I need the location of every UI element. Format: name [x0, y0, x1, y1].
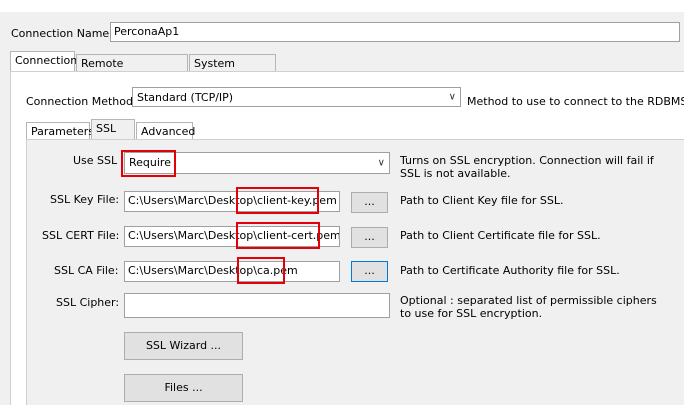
connection-method-value: Standard (TCP/IP): [137, 91, 234, 104]
sub-tab-strip: Parameters SSL Advanced: [26, 119, 226, 141]
ssl-ca-file-path: C:\Users\Marc\Desktop\: [128, 264, 257, 277]
ssl-cipher-input[interactable]: [124, 293, 390, 318]
chevron-down-icon: ∨: [448, 91, 456, 103]
ssl-cert-file-label: SSL CERT File:: [42, 229, 120, 242]
ssl-wizard-button[interactable]: SSL Wizard ...: [124, 332, 243, 360]
ssl-ca-file-browse-button[interactable]: ...: [351, 261, 388, 282]
ssl-ca-file-description: Path to Certificate Authority file for S…: [400, 264, 620, 277]
connection-method-select[interactable]: Standard (TCP/IP) ∨: [132, 87, 461, 107]
top-strip: [0, 0, 684, 12]
ssl-cipher-label: SSL Cipher:: [56, 296, 120, 309]
ssl-key-file-input[interactable]: C:\Users\Marc\Desktop\client-key.pem: [124, 191, 340, 212]
ssl-cert-file-path: C:\Users\Marc\Desktop\: [128, 229, 257, 242]
ssl-key-file-path: C:\Users\Marc\Desktop\: [128, 194, 257, 207]
connection-method-label: Connection Method:: [26, 95, 137, 108]
ssl-cert-file-description: Path to Client Certificate file for SSL.: [400, 229, 601, 242]
ssl-ca-file-label: SSL CA File:: [54, 264, 119, 277]
connection-name-label: Connection Name:: [11, 27, 113, 40]
tab-parameters[interactable]: Parameters: [26, 122, 94, 140]
ssl-cipher-description: Optional : separated list of permissible…: [400, 294, 657, 320]
chevron-down-icon: ∨: [377, 157, 385, 169]
ssl-ca-file-input[interactable]: C:\Users\Marc\Desktop\ca.pem: [124, 261, 340, 282]
main-tab-strip: Connection Remote Management System Prof…: [10, 51, 310, 83]
tab-system-profile[interactable]: System Profile: [189, 54, 276, 83]
tab-remote-management[interactable]: Remote Management: [76, 54, 188, 83]
tab-connection[interactable]: Connection: [10, 51, 77, 71]
ssl-key-file-browse-button[interactable]: ...: [351, 192, 388, 213]
use-ssl-description: Turns on SSL encryption. Connection will…: [400, 154, 654, 180]
ssl-key-file-label: SSL Key File:: [50, 193, 120, 206]
tab-advanced[interactable]: Advanced: [136, 122, 195, 140]
use-ssl-label: Use SSL: [73, 154, 118, 167]
ssl-cert-file-name: client-cert.pem: [256, 229, 340, 242]
tab-ssl[interactable]: SSL: [91, 119, 135, 139]
connection-name-input[interactable]: PerconaAp1: [110, 22, 680, 42]
ssl-ca-file-name: ca.pem: [256, 264, 298, 277]
connection-method-description: Method to use to connect to the RDBMS: [467, 95, 684, 108]
use-ssl-select[interactable]: Require ∨: [124, 152, 390, 174]
files-button[interactable]: Files ...: [124, 374, 243, 402]
ssl-cert-file-browse-button[interactable]: ...: [351, 227, 388, 248]
ssl-key-file-description: Path to Client Key file for SSL.: [400, 194, 564, 207]
ssl-key-file-name: client-key.pem: [256, 194, 337, 207]
use-ssl-value: Require: [129, 156, 171, 169]
ssl-cert-file-input[interactable]: C:\Users\Marc\Desktop\client-cert.pem: [124, 226, 340, 247]
